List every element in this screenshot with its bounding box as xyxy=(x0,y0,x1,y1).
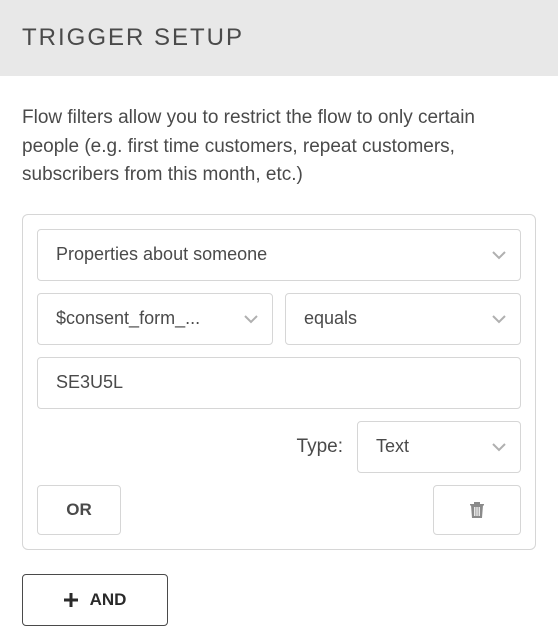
add-and-button[interactable]: AND xyxy=(22,574,168,626)
panel-header: TRIGGER SETUP xyxy=(0,0,558,76)
field-name-select[interactable]: $consent_form_... xyxy=(37,293,273,345)
property-scope-select[interactable]: Properties about someone xyxy=(37,229,521,281)
filter-condition-group: Properties about someone $consent_form_.… xyxy=(22,214,536,550)
page-title: TRIGGER SETUP xyxy=(22,24,536,52)
chevron-down-icon xyxy=(244,314,258,324)
chevron-down-icon xyxy=(492,442,506,452)
delete-button[interactable] xyxy=(433,485,521,535)
chevron-down-icon xyxy=(492,314,506,324)
field-name-value: $consent_form_... xyxy=(56,308,200,329)
chevron-down-icon xyxy=(492,250,506,260)
or-button[interactable]: OR xyxy=(37,485,121,535)
operator-select[interactable]: equals xyxy=(285,293,521,345)
description-text: Flow filters allow you to restrict the f… xyxy=(0,76,558,214)
value-input[interactable]: SE3U5L xyxy=(37,357,521,409)
operator-value: equals xyxy=(304,308,357,329)
trash-icon xyxy=(469,501,485,519)
value-text: SE3U5L xyxy=(56,372,123,393)
type-value: Text xyxy=(376,436,409,457)
type-label: Type: xyxy=(297,436,343,458)
or-button-label: OR xyxy=(66,500,92,520)
add-and-label: AND xyxy=(90,590,127,610)
plus-icon xyxy=(64,593,78,607)
property-scope-value: Properties about someone xyxy=(56,244,267,265)
type-select[interactable]: Text xyxy=(357,421,521,473)
